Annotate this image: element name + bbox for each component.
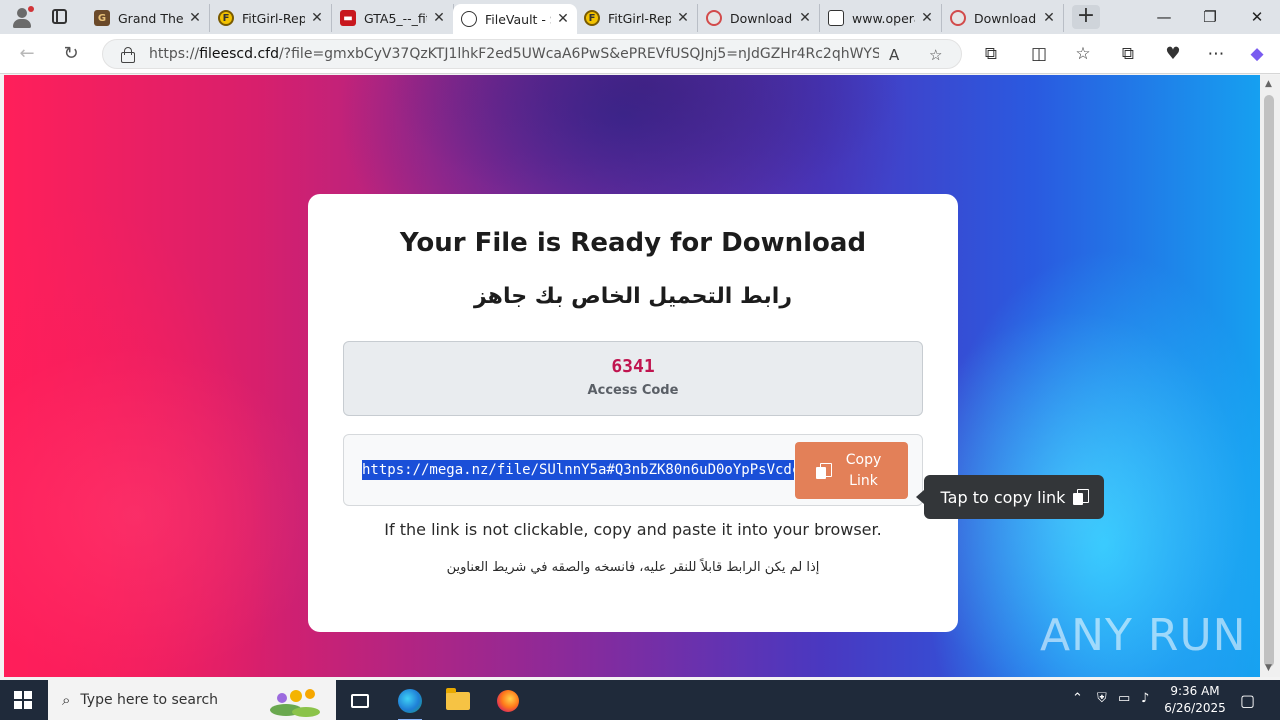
opera-icon	[706, 10, 722, 26]
minimize-icon[interactable]: —	[1154, 8, 1174, 26]
extensions-icon[interactable]: ⧉	[980, 44, 1002, 64]
folder-icon	[446, 688, 470, 710]
window-close-icon[interactable]: ✕	[1247, 8, 1267, 26]
search-placeholder: Type here to search	[80, 692, 219, 708]
access-code-box: 6341 Access Code	[343, 341, 923, 416]
volume-icon[interactable]: ♪	[1141, 691, 1149, 706]
instruction-text: If the link is not clickable, copy and p…	[384, 520, 882, 539]
gta-icon: G	[94, 10, 110, 26]
copy-link-label: Copy Link	[845, 451, 882, 489]
task-view-button[interactable]	[340, 686, 380, 716]
tab-fitgirl-1[interactable]: F FitGirl-Repa ✕	[210, 4, 332, 32]
url-text[interactable]: https://fileescd.cfd/?file=gmxbCyV37QzKT…	[149, 46, 879, 62]
opera-icon	[950, 10, 966, 26]
page-title: Your File is Ready for Download	[399, 228, 867, 258]
tab-strip: G Grand Theft ✕ F FitGirl-Repa ✕ ▬ GTA5_…	[0, 0, 1280, 34]
new-tab-button[interactable]: +	[1072, 5, 1100, 29]
address-bar[interactable]: https://fileescd.cfd/?file=gmxbCyV37QzKT…	[102, 39, 962, 69]
favorite-star-icon[interactable]: ☆	[929, 46, 942, 64]
download-link[interactable]: https://mega.nz/file/SUlnnY5a#Q3nbZK80n6…	[362, 460, 794, 480]
page-scrollbar[interactable]: ▲ ▼	[1260, 75, 1280, 677]
document-icon	[828, 10, 844, 26]
close-icon[interactable]: ✕	[187, 10, 203, 26]
close-icon[interactable]: ✕	[797, 10, 813, 26]
instruction-text-arabic: إذا لم يكن الرابط قابلاً للنقر عليه، فان…	[446, 560, 820, 575]
tab-fitgirl-2[interactable]: F FitGirl-Repa ✕	[576, 4, 698, 32]
tab-opera[interactable]: www.opera ✕	[820, 4, 942, 32]
taskbar: ⌕ Type here to search ⌃ ⛨ ▭ ♪ 9:36 AM 6/…	[0, 680, 1280, 720]
close-icon[interactable]: ✕	[309, 10, 325, 26]
watermark-text: ANY RUN	[1040, 610, 1247, 661]
taskbar-edge[interactable]	[390, 686, 430, 720]
url-prefix: https://	[149, 46, 200, 62]
link-box: https://mega.nz/file/SUlnnY5a#Q3nbZK80n6…	[343, 434, 923, 506]
tooltip-text: Tap to copy link	[940, 487, 1066, 507]
scroll-up-icon[interactable]: ▲	[1265, 79, 1272, 89]
browser-toolbar: ← ↻ https://fileescd.cfd/?file=gmxbCyV37…	[0, 34, 1280, 74]
close-icon[interactable]: ✕	[675, 10, 691, 26]
close-icon[interactable]: ✕	[555, 11, 571, 27]
url-rest: /?file=gmxbCyV37QzKTJ1lhkF2ed5UWcaA6PwS&…	[278, 46, 879, 62]
copy-icon	[1073, 489, 1090, 505]
refresh-icon[interactable]: ↻	[60, 43, 82, 64]
favorites-icon[interactable]: ☆	[1072, 44, 1094, 64]
tab-gta5[interactable]: ▬ GTA5_--_fitg ✕	[332, 4, 454, 32]
page-title-arabic: رابط التحميل الخاص بك جاهز	[474, 284, 792, 309]
profile-icon[interactable]	[10, 6, 34, 28]
download-card: Your File is Ready for Download رابط الت…	[308, 194, 958, 632]
edge-icon	[398, 689, 422, 713]
more-menu-icon[interactable]: ⋯	[1205, 44, 1227, 64]
tab-actions-icon[interactable]	[52, 9, 67, 24]
firefox-icon	[497, 690, 519, 712]
close-icon[interactable]: ✕	[431, 10, 447, 26]
tab-grand-theft[interactable]: G Grand Theft ✕	[86, 4, 210, 32]
tab-download-1[interactable]: Download ✕	[698, 4, 820, 32]
security-icon[interactable]: ⛨	[1097, 691, 1107, 706]
taskbar-file-explorer[interactable]	[438, 686, 478, 716]
close-icon[interactable]: ✕	[919, 10, 935, 26]
copy-icon	[815, 462, 832, 479]
tab-download-2[interactable]: Download ✕	[942, 4, 1064, 32]
close-icon[interactable]: ✕	[1041, 10, 1057, 26]
system-clock[interactable]: 9:36 AM 6/26/2025	[1160, 683, 1230, 717]
url-domain: fileescd.cfd	[199, 46, 279, 62]
search-highlight-icon	[270, 689, 320, 717]
fitgirl-icon: F	[584, 10, 600, 26]
task-view-icon	[351, 694, 369, 708]
taskbar-firefox[interactable]	[488, 686, 528, 716]
browser-essentials-icon[interactable]: ♥	[1162, 44, 1184, 64]
background-swirl	[4, 335, 344, 677]
lock-icon[interactable]	[119, 47, 135, 63]
read-aloud-icon[interactable]: A	[889, 46, 899, 64]
notification-icon[interactable]: ▢	[1240, 691, 1255, 710]
fitgirl-icon: F	[218, 10, 234, 26]
globe-icon	[461, 11, 477, 27]
windows-start-icon[interactable]	[14, 691, 32, 709]
clock-date: 6/26/2025	[1164, 701, 1226, 715]
search-icon: ⌕	[62, 691, 71, 709]
restore-icon[interactable]: ❐	[1200, 8, 1220, 26]
scrollbar-thumb[interactable]	[1264, 95, 1274, 667]
taskbar-search[interactable]: ⌕ Type here to search	[48, 680, 336, 720]
access-code-value: 6341	[611, 356, 655, 377]
tab-filevault[interactable]: FileVault - S ✕	[453, 4, 577, 34]
gta5-icon: ▬	[340, 10, 356, 26]
anyrun-watermark: ANY RUN	[1040, 610, 1247, 661]
network-icon[interactable]: ▭	[1118, 691, 1130, 706]
chevron-up-icon[interactable]: ⌃	[1072, 691, 1083, 706]
split-screen-icon[interactable]: ◫	[1028, 44, 1050, 64]
copy-tooltip: Tap to copy link	[916, 475, 1104, 519]
scroll-down-icon[interactable]: ▼	[1265, 663, 1272, 673]
back-icon[interactable]: ←	[16, 43, 38, 64]
access-code-label: Access Code	[587, 383, 679, 398]
copy-link-button[interactable]: Copy Link	[795, 442, 908, 499]
collections-icon[interactable]: ⧉	[1117, 44, 1139, 64]
copilot-icon[interactable]: ◆	[1246, 44, 1268, 64]
clock-time: 9:36 AM	[1170, 684, 1220, 698]
